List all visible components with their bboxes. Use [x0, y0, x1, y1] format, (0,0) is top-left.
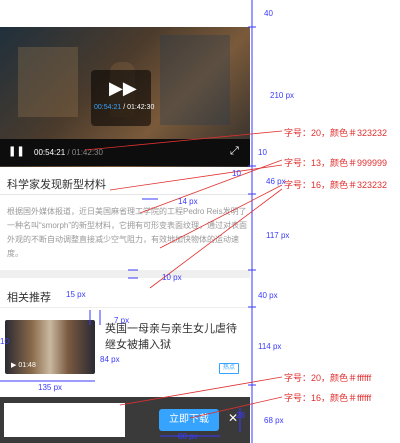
spec-leader [109, 164, 283, 191]
dim-label: 40 px [258, 291, 278, 300]
dim-label: 10 [232, 169, 241, 178]
dim-label: 15 px [66, 290, 86, 299]
dim-label: 88 px [178, 432, 198, 441]
dim-label: 10 [0, 337, 9, 346]
dim-label: 40 [264, 9, 273, 18]
font-spec: 字号：20，颜色＃323232 [284, 128, 388, 138]
dim-label: 114 px [258, 342, 282, 351]
dim-label: 10 px [162, 273, 182, 282]
dim-label: 28 [236, 411, 245, 420]
spec-leader [119, 376, 283, 406]
font-spec: 字号：16，颜色＃323232 [284, 180, 388, 190]
dim-label: 68 px [264, 416, 284, 425]
dim-label: 135 px [38, 383, 63, 392]
dim-label: 84 px [100, 355, 120, 364]
font-spec: 字号：20，颜色＃ffffff [284, 373, 372, 383]
spec-leader [159, 184, 283, 249]
dim-label: 46 px [266, 177, 286, 186]
dim-label: 117 px [266, 231, 290, 240]
dim-label: 210 px [270, 91, 295, 100]
dim-label: 7 px [114, 316, 130, 325]
dim-label: 10 [258, 148, 267, 157]
font-spec: 字号：16，颜色＃ffffff [284, 393, 372, 403]
dim-label: 14 px [178, 197, 198, 206]
font-spec: 字号：13，颜色＃999999 [284, 158, 388, 168]
